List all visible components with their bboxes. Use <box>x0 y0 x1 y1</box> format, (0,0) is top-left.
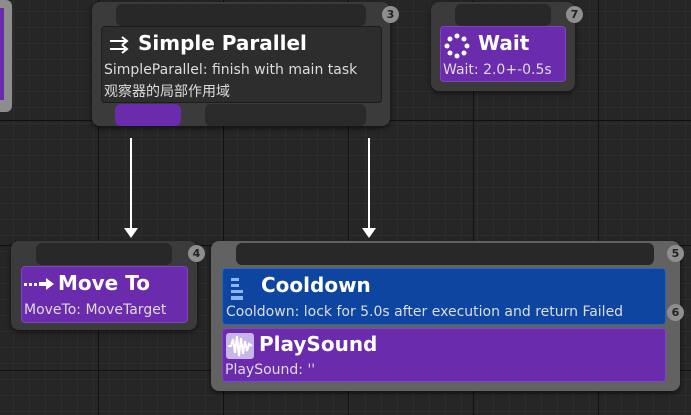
wait-body: Wait Wait: 2.0+-0.5s <box>440 26 566 82</box>
execution-order-badge: 4 <box>188 245 205 262</box>
wait-node[interactable]: 7 Wait Wait: 2.0+-0.5s <box>431 2 583 91</box>
execution-order-badge: 7 <box>566 6 583 23</box>
node-description: Wait: 2.0+-0.5s <box>443 62 552 78</box>
move-to-node[interactable]: 4 Move To MoveTo: MoveTarget <box>11 241 205 330</box>
decorator-order-badge: 6 <box>667 304 684 321</box>
input-pin[interactable] <box>116 4 366 26</box>
connection-arrow-background <box>362 138 376 238</box>
node-title: PlaySound <box>259 332 378 356</box>
node-description-2: 观察器的局部作用域 <box>104 84 230 100</box>
play-sound-task[interactable]: PlaySound PlaySound: '' <box>222 328 666 382</box>
move-to-body: Move To MoveTo: MoveTarget <box>21 266 188 323</box>
parallel-arrows-icon <box>110 36 129 54</box>
execution-order-badge: 5 <box>667 245 684 262</box>
input-pin[interactable] <box>36 243 172 265</box>
node-title: Wait <box>478 31 530 55</box>
sound-wave-icon <box>226 333 254 359</box>
cooldown-bars-icon <box>231 278 243 300</box>
simple-parallel-node[interactable]: 3 Simple Parallel SimpleParallel: finish… <box>92 2 399 126</box>
play-sound-node[interactable]: 5 6 Cooldown Cooldown: lock for 5.0s aft… <box>211 241 684 391</box>
wait-dots-icon <box>444 33 470 59</box>
main-task-output-pin[interactable] <box>115 104 181 126</box>
node-description: Cooldown: lock for 5.0s after execution … <box>226 304 624 320</box>
input-pin[interactable] <box>236 243 654 265</box>
execution-order-badge: 3 <box>382 6 399 23</box>
node-title: Cooldown <box>261 273 371 297</box>
node-description: SimpleParallel: finish with main task <box>104 62 358 78</box>
node-description: PlaySound: '' <box>225 362 316 378</box>
simple-parallel-body: Simple Parallel SimpleParallel: finish w… <box>101 26 382 103</box>
node-title: Move To <box>58 271 150 295</box>
offscreen-node-edge <box>0 0 12 112</box>
cooldown-decorator[interactable]: Cooldown Cooldown: lock for 5.0s after e… <box>222 268 666 325</box>
node-description: MoveTo: MoveTarget <box>24 302 167 318</box>
background-output-pin[interactable] <box>205 104 366 126</box>
input-pin[interactable] <box>455 4 551 26</box>
connection-arrow-main <box>124 138 138 238</box>
node-title: Simple Parallel <box>138 31 307 55</box>
move-arrow-icon <box>24 278 54 290</box>
